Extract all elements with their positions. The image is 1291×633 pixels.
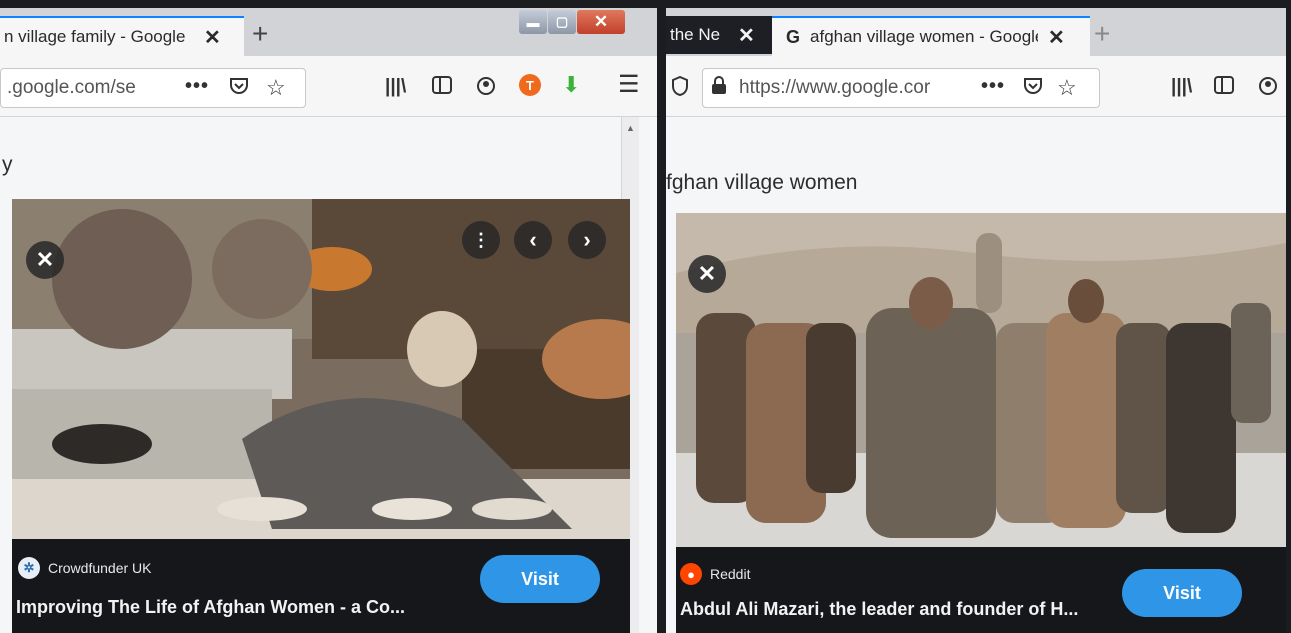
results-content: fghan village women ✕ ● Reddit Abdul Ali… [666, 117, 1286, 633]
window-controls: ▬ ▢ ✕ [518, 10, 625, 34]
more-actions-icon[interactable]: ••• [981, 75, 1005, 98]
close-icon[interactable]: ✕ [1048, 25, 1065, 50]
tab-bar: the Ne ✕ G afghan village women - Google… [666, 8, 1286, 56]
more-actions-icon[interactable]: ••• [185, 75, 209, 98]
bookmark-star-icon[interactable]: ☆ [266, 75, 286, 101]
account-icon[interactable] [1258, 76, 1278, 96]
results-content: y ▲ ✕ ⋮ ‹ › ✲ Crowdfunder UK Improving T… [0, 117, 657, 633]
new-tab-icon[interactable]: + [1094, 20, 1110, 48]
extension-icon[interactable]: T [519, 74, 541, 96]
url-bar[interactable]: https://www.google.cor ••• ☆ [702, 68, 1100, 108]
next-icon[interactable]: › [568, 221, 606, 259]
tab-title: the Ne [670, 25, 721, 44]
source-link[interactable]: ● Reddit [680, 563, 750, 585]
google-icon: G [786, 26, 801, 47]
download-icon[interactable]: ⬇ [562, 72, 580, 98]
nav-bar: .google.com/se ••• ☆ |||\ T ⬇ ☰ [0, 56, 657, 117]
crowdfunder-logo-icon: ✲ [18, 557, 40, 579]
pocket-icon[interactable] [229, 77, 249, 95]
tab-title: afghan village women - Google [810, 27, 1039, 46]
right-browser-window: the Ne ✕ G afghan village women - Google… [666, 8, 1286, 633]
preview-photo-men-walking[interactable] [676, 213, 1286, 547]
visit-button[interactable]: Visit [480, 555, 600, 603]
result-caption[interactable]: Abdul Ali Mazari, the leader and founder… [680, 599, 1078, 620]
menu-icon[interactable]: ☰ [618, 70, 640, 99]
search-query: fghan village women [666, 171, 858, 194]
search-query: y [2, 153, 13, 176]
previous-icon[interactable]: ‹ [514, 221, 552, 259]
url-bar[interactable]: .google.com/se ••• ☆ [0, 68, 306, 108]
new-tab-icon[interactable]: + [252, 20, 268, 48]
library-icon[interactable]: |||\ [385, 76, 406, 98]
close-preview-icon[interactable]: ✕ [688, 255, 726, 293]
maximize-icon[interactable]: ▢ [548, 10, 576, 34]
left-browser-window: n village family - Google ✕ + ▬ ▢ ✕ .goo… [0, 8, 657, 633]
sidebar-icon[interactable] [432, 76, 452, 94]
pocket-icon[interactable] [1023, 77, 1043, 95]
image-preview-card: ✕ ● Reddit Abdul Ali Mazari, the leader … [676, 213, 1286, 633]
lock-icon [711, 76, 727, 100]
account-icon[interactable] [476, 76, 496, 96]
minimize-icon[interactable]: ▬ [519, 10, 547, 34]
url-text: .google.com/se [7, 77, 136, 98]
source-name: Reddit [710, 566, 751, 582]
url-text: https://www.google.cor [739, 77, 931, 98]
result-caption[interactable]: Improving The Life of Afghan Women - a C… [16, 597, 405, 618]
close-icon[interactable]: ✕ [204, 25, 221, 50]
close-window-icon[interactable]: ✕ [577, 10, 625, 34]
reddit-icon: ● [680, 563, 702, 585]
tab-afghan-village-women[interactable]: G afghan village women - Google ✕ [772, 16, 1090, 56]
close-preview-icon[interactable]: ✕ [26, 241, 64, 279]
close-icon[interactable]: ✕ [738, 23, 755, 48]
source-name: Crowdfunder UK [48, 560, 152, 576]
tab-afghan-village-family[interactable]: n village family - Google ✕ [0, 16, 244, 56]
tab-previous[interactable]: the Ne ✕ [666, 16, 774, 54]
tab-bar: n village family - Google ✕ + ▬ ▢ ✕ [0, 8, 657, 56]
nav-bar: https://www.google.cor ••• ☆ |||\ [666, 56, 1286, 117]
scroll-up-icon[interactable]: ▲ [626, 123, 635, 133]
library-icon[interactable]: |||\ [1171, 76, 1192, 98]
sidebar-icon[interactable] [1214, 76, 1234, 94]
source-link[interactable]: ✲ Crowdfunder UK [18, 557, 152, 579]
shield-icon[interactable] [672, 76, 688, 96]
more-options-icon[interactable]: ⋮ [462, 221, 500, 259]
visit-button[interactable]: Visit [1122, 569, 1242, 617]
bookmark-star-icon[interactable]: ☆ [1057, 75, 1077, 101]
image-preview-card: ✕ ⋮ ‹ › ✲ Crowdfunder UK Improving The L… [12, 199, 630, 633]
tab-title: n village family - Google [4, 27, 186, 46]
